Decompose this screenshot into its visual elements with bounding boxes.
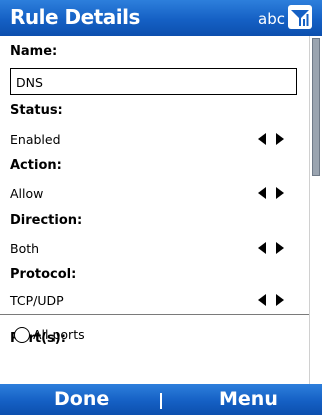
left-arrow-icon[interactable] [258,294,266,306]
action-label: Action: [10,158,62,173]
softkey-divider [160,393,162,409]
left-arrow-icon[interactable] [258,187,266,199]
action-spinner[interactable] [258,187,286,199]
name-field[interactable]: DNS [10,68,297,95]
section-divider [0,314,309,315]
menu-softkey[interactable]: Menu [219,388,278,410]
name-label: Name: [10,44,58,59]
title-bar: Rule Details abc [0,0,322,36]
right-arrow-icon[interactable] [276,133,284,145]
right-arrow-icon[interactable] [276,242,284,254]
page-title: Rule Details [10,5,140,29]
softkey-bar: Done Menu [0,384,322,415]
status-value[interactable]: Enabled [10,132,61,147]
action-value[interactable]: Allow [10,186,43,201]
all-ports-label[interactable]: All ports [33,327,85,342]
status-label: Status: [10,103,63,118]
left-arrow-icon[interactable] [258,133,266,145]
right-arrow-icon[interactable] [276,294,284,306]
direction-spinner[interactable] [258,242,286,254]
protocol-value[interactable]: TCP/UDP [10,293,64,308]
signal-strength-icon [288,5,312,29]
protocol-spinner[interactable] [258,294,286,306]
direction-label: Direction: [10,213,83,228]
left-arrow-icon[interactable] [258,242,266,254]
scrollbar-thumb[interactable] [312,38,320,176]
direction-value[interactable]: Both [10,241,39,256]
vertical-scrollbar[interactable] [309,36,322,384]
status-spinner[interactable] [258,133,286,145]
all-ports-radio[interactable] [14,327,30,343]
input-mode-indicator: abc [258,10,285,28]
right-arrow-icon[interactable] [276,187,284,199]
protocol-label: Protocol: [10,267,77,282]
done-softkey[interactable]: Done [54,388,109,410]
